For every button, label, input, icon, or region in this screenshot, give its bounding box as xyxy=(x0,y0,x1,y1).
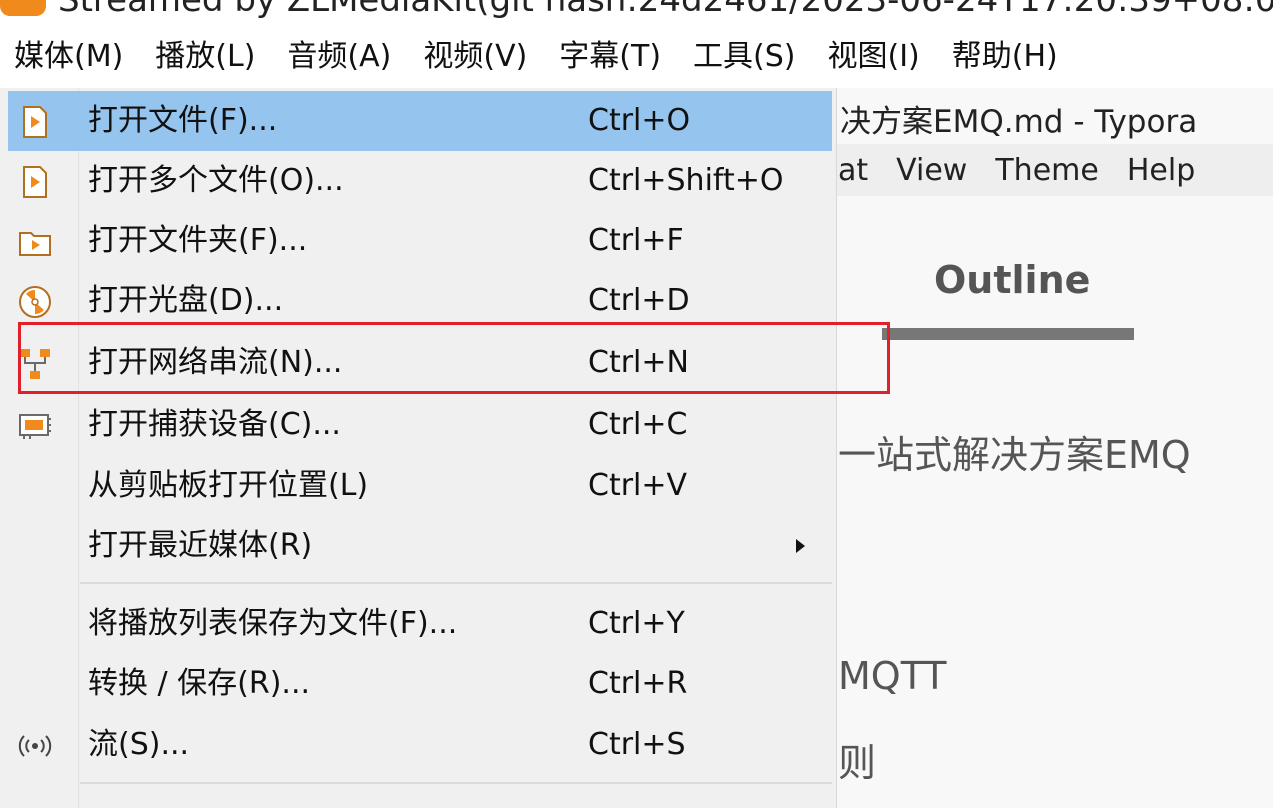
media-dropdown-menu: 打开文件(F)... Ctrl+O 打开多个文件(O)... Ctrl+Shif… xyxy=(0,88,837,808)
doc-line: 则 xyxy=(838,741,877,785)
menu-item-shortcut: Ctrl+N xyxy=(588,345,689,380)
menu-item-shortcut: Ctrl+Shift+O xyxy=(588,163,784,198)
menu-item-shortcut: Ctrl+R xyxy=(588,666,688,701)
typora-menu-help[interactable]: Help xyxy=(1127,153,1195,188)
menu-item-open-folder[interactable]: 打开文件夹(F)... Ctrl+F xyxy=(8,211,832,271)
menu-item-open-multiple-files[interactable]: 打开多个文件(O)... Ctrl+Shift+O xyxy=(8,151,832,211)
outline-heading: Outline xyxy=(934,258,1091,302)
menu-media[interactable]: 媒体(M) xyxy=(0,26,139,88)
menu-item-label: 转换 / 保存(R)... xyxy=(88,666,311,701)
menu-playback[interactable]: 播放(L) xyxy=(139,26,271,88)
folder-icon xyxy=(19,232,51,256)
menu-item-label: 打开捕获设备(C)... xyxy=(88,407,341,442)
menu-item-label: 打开文件(F)... xyxy=(88,103,278,138)
menu-video[interactable]: 视频(V) xyxy=(407,26,543,88)
open-files-icon xyxy=(23,166,47,198)
menu-item-label: 流(S)... xyxy=(88,727,190,762)
menu-item-open-recent-media[interactable]: 打开最近媒体(R) xyxy=(8,516,832,576)
menu-item-label: 将播放列表保存为文件(F)... xyxy=(88,606,458,641)
window-titlebar: Streamed by ZLMediaKit(git hash:24d2461/… xyxy=(0,0,1273,26)
menu-audio[interactable]: 音频(A) xyxy=(271,26,407,88)
menu-item-open-file[interactable]: 打开文件(F)... Ctrl+O xyxy=(8,91,832,151)
menu-item-open-from-clipboard[interactable]: 从剪贴板打开位置(L) Ctrl+V xyxy=(8,456,832,516)
menu-help[interactable]: 帮助(H) xyxy=(936,26,1074,88)
menu-item-shortcut: Ctrl+S xyxy=(588,727,686,762)
typora-menu-view[interactable]: View xyxy=(896,153,967,188)
window-title: Streamed by ZLMediaKit(git hash:24d2461/… xyxy=(58,0,1273,20)
menu-view[interactable]: 视图(I) xyxy=(811,26,935,88)
typora-menu-theme[interactable]: Theme xyxy=(995,153,1098,188)
menu-item-label: 打开最近媒体(R) xyxy=(88,528,313,563)
doc-line: MQTT xyxy=(838,654,947,698)
open-file-icon xyxy=(23,106,47,138)
menu-tools[interactable]: 工具(S) xyxy=(677,26,811,88)
network-icon xyxy=(20,349,50,379)
menu-item-shortcut: Ctrl+F xyxy=(588,223,684,258)
menu-item-shortcut: Ctrl+C xyxy=(588,407,688,442)
typora-window: 决方案EMQ.md - Typora at View Theme Help Ou… xyxy=(830,88,1273,808)
typora-menu-format[interactable]: at xyxy=(838,153,868,188)
menu-item-open-disc[interactable]: 打开光盘(D)... Ctrl+D xyxy=(8,271,832,331)
menu-item-stream[interactable]: 流(S)... Ctrl+S xyxy=(8,715,832,775)
menu-item-label: 打开文件夹(F)... xyxy=(88,223,308,258)
menubar: 媒体(M) 播放(L) 音频(A) 视频(V) 字幕(T) 工具(S) 视图(I… xyxy=(0,26,1273,88)
menu-item-label: 打开网络串流(N)... xyxy=(88,345,343,380)
typora-menubar: at View Theme Help xyxy=(830,144,1273,196)
outline-underline xyxy=(882,328,1134,340)
capture-card-icon xyxy=(19,414,51,439)
menu-item-shortcut: Ctrl+V xyxy=(588,468,688,503)
menu-item-shortcut: Ctrl+Y xyxy=(588,606,685,641)
menu-separator xyxy=(80,582,832,584)
vlc-cone-icon xyxy=(0,0,46,16)
menu-item-open-network-stream[interactable]: 打开网络串流(N)... Ctrl+N xyxy=(8,333,832,393)
menu-item-label: 打开多个文件(O)... xyxy=(88,163,344,198)
submenu-arrow-icon xyxy=(796,539,805,553)
menu-item-shortcut: Ctrl+O xyxy=(588,103,691,138)
menu-item-shortcut: Ctrl+D xyxy=(588,283,690,318)
disc-icon xyxy=(19,286,51,318)
menu-subtitle[interactable]: 字幕(T) xyxy=(543,26,677,88)
menu-item-save-playlist[interactable]: 将播放列表保存为文件(F)... Ctrl+Y xyxy=(8,594,832,654)
menu-item-open-capture-device[interactable]: 打开捕获设备(C)... Ctrl+C xyxy=(8,395,832,455)
menu-item-label: 打开光盘(D)... xyxy=(88,283,284,318)
typora-title: 决方案EMQ.md - Typora xyxy=(840,104,1198,140)
doc-line: 一站式解决方案EMQ xyxy=(838,433,1191,477)
menu-item-label: 从剪贴板打开位置(L) xyxy=(88,468,369,503)
menu-separator xyxy=(80,782,832,784)
menu-item-convert-save[interactable]: 转换 / 保存(R)... Ctrl+R xyxy=(8,654,832,714)
stream-icon xyxy=(18,735,52,757)
